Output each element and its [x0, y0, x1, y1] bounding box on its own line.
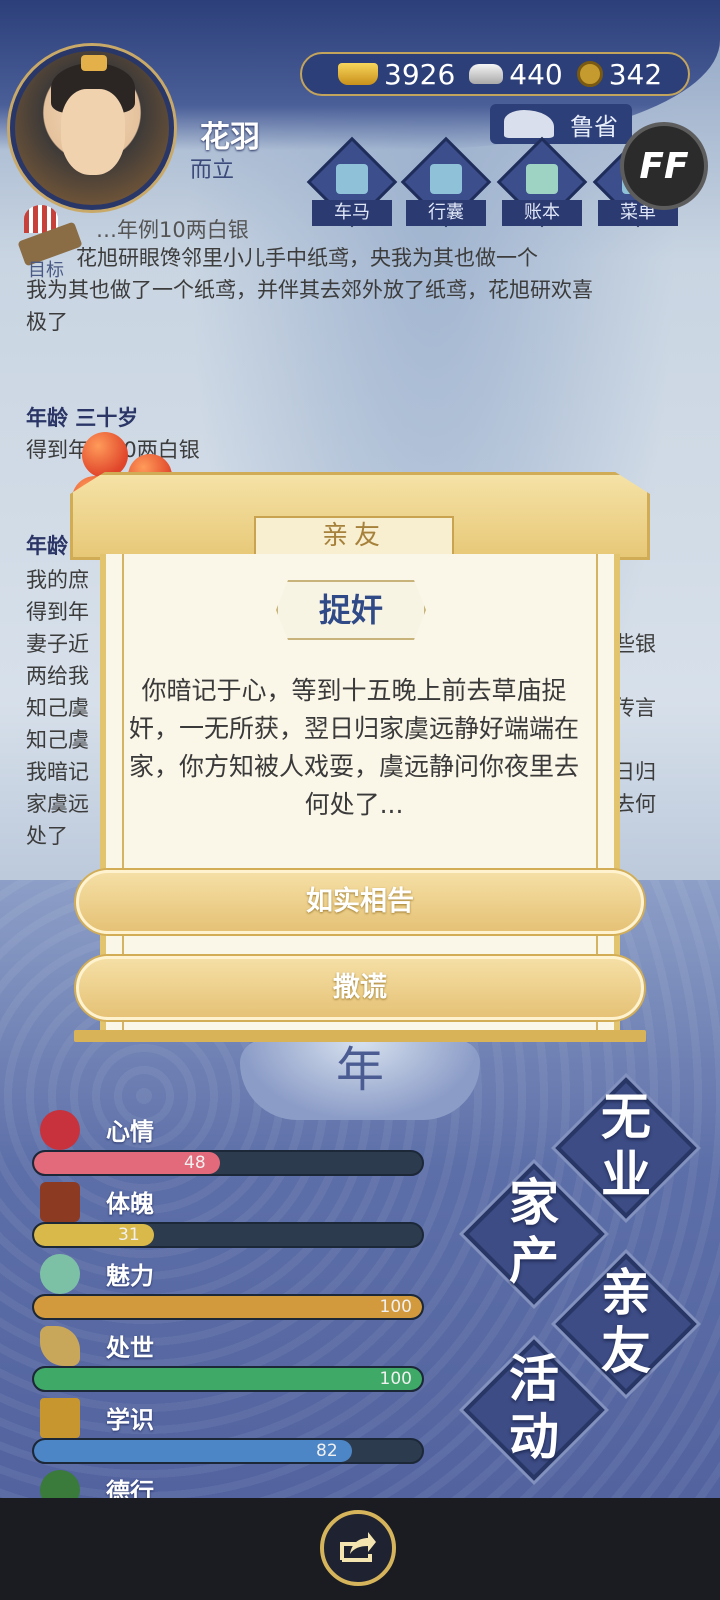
menu-label: 行囊: [406, 200, 486, 226]
ledger-icon: [526, 164, 558, 194]
map-icon: [504, 110, 554, 138]
player-name: 花羽: [200, 120, 260, 155]
choice-tell-truth-button[interactable]: 如实相告: [76, 870, 644, 934]
log-age-heading: 年龄: [26, 530, 68, 562]
log-line: 处了: [26, 824, 68, 848]
player-age-title: 而立: [190, 158, 235, 183]
share-button[interactable]: [320, 1510, 396, 1586]
coin-icon: [576, 61, 603, 87]
log-line: 极了: [26, 310, 68, 334]
books-icon: [40, 1398, 80, 1438]
age-heading-text: 年龄: [26, 534, 68, 558]
menu-carriage-button[interactable]: 车马: [306, 136, 398, 230]
share-icon: [340, 1532, 376, 1562]
stat-fill: [34, 1296, 422, 1318]
menu-label: 账本: [502, 200, 582, 226]
dialog-bottom-rod: [74, 1030, 646, 1042]
event-title: 捉奸: [276, 580, 426, 640]
year-emblem: 年: [240, 1040, 480, 1120]
stat-value: 31: [118, 1225, 140, 1245]
stat-value: 82: [316, 1441, 338, 1461]
property-label: 家产: [509, 1174, 559, 1290]
log-line: 我为其也做了一个纸鸢，并伴其去郊外放了纸鸢，花旭研欢喜: [26, 278, 593, 302]
silver-ingot-icon: [469, 64, 504, 84]
stat-label: 学识: [106, 1406, 154, 1434]
stat-label: 魅力: [106, 1262, 154, 1290]
stat-fill: [34, 1440, 353, 1462]
activity-label: 活动: [509, 1350, 559, 1466]
stat-bar: 82: [32, 1438, 424, 1464]
carriage-icon: [336, 164, 368, 194]
menu-bag-button[interactable]: 行囊: [400, 136, 492, 230]
stat-fill: [34, 1368, 422, 1390]
stat-value: 100: [379, 1297, 412, 1317]
currency-bar: 3926 440 342: [300, 52, 690, 96]
jade-icon: [40, 1254, 80, 1294]
bag-icon: [430, 164, 462, 194]
age-heading-text: 年龄 三十岁: [26, 406, 139, 430]
event-dialog: 亲友 捉奸 你暗记于心，等到十五晚上前去草庙捉奸，一无所获，翌日归家虞远静好端端…: [70, 462, 650, 1048]
choice-lie-button[interactable]: 撒谎: [76, 956, 644, 1020]
stat-label: 处世: [106, 1334, 154, 1362]
silver-amount: 440: [509, 57, 563, 91]
fast-forward-button[interactable]: FF: [620, 122, 708, 210]
province-button[interactable]: 鲁省: [490, 104, 632, 144]
stat-bar: 100: [32, 1294, 424, 1320]
stat-label: 体魄: [106, 1190, 154, 1218]
dialog-category: 亲友: [254, 516, 454, 556]
log-age-heading: 年龄 三十岁: [26, 402, 138, 434]
avatar-crown: [81, 55, 107, 71]
menu-ledger-button[interactable]: 账本: [496, 136, 588, 230]
gold-ingot-icon: [338, 63, 378, 85]
log-line: 花旭研眼馋邻里小儿手中纸鸢，央我为其也做一个: [76, 246, 538, 270]
event-description: 你暗记于心，等到十五晚上前去草庙捉奸，一无所获，翌日归家虞远静好端端在家，你方知…: [128, 676, 579, 819]
flower-icon: [40, 1110, 80, 1150]
menu-label: 车马: [312, 200, 392, 226]
player-avatar[interactable]: [10, 46, 174, 210]
stat-bar: 100: [32, 1366, 424, 1392]
province-label: 鲁省: [570, 112, 618, 141]
family-label: 亲友: [601, 1264, 651, 1380]
stat-label: 心情: [106, 1118, 154, 1146]
gold-amount: 3926: [384, 57, 456, 91]
stat-value: 100: [379, 1369, 412, 1389]
avatar-face: [61, 89, 125, 175]
lantern-icon: [40, 1182, 80, 1222]
activity-button[interactable]: 活动: [463, 1339, 605, 1481]
stat-bar: 31: [32, 1222, 424, 1248]
coin-amount: 342: [608, 57, 663, 91]
stat-value: 48: [184, 1153, 206, 1173]
stat-bar: 48: [32, 1150, 424, 1176]
career-label: 无业: [601, 1088, 651, 1204]
